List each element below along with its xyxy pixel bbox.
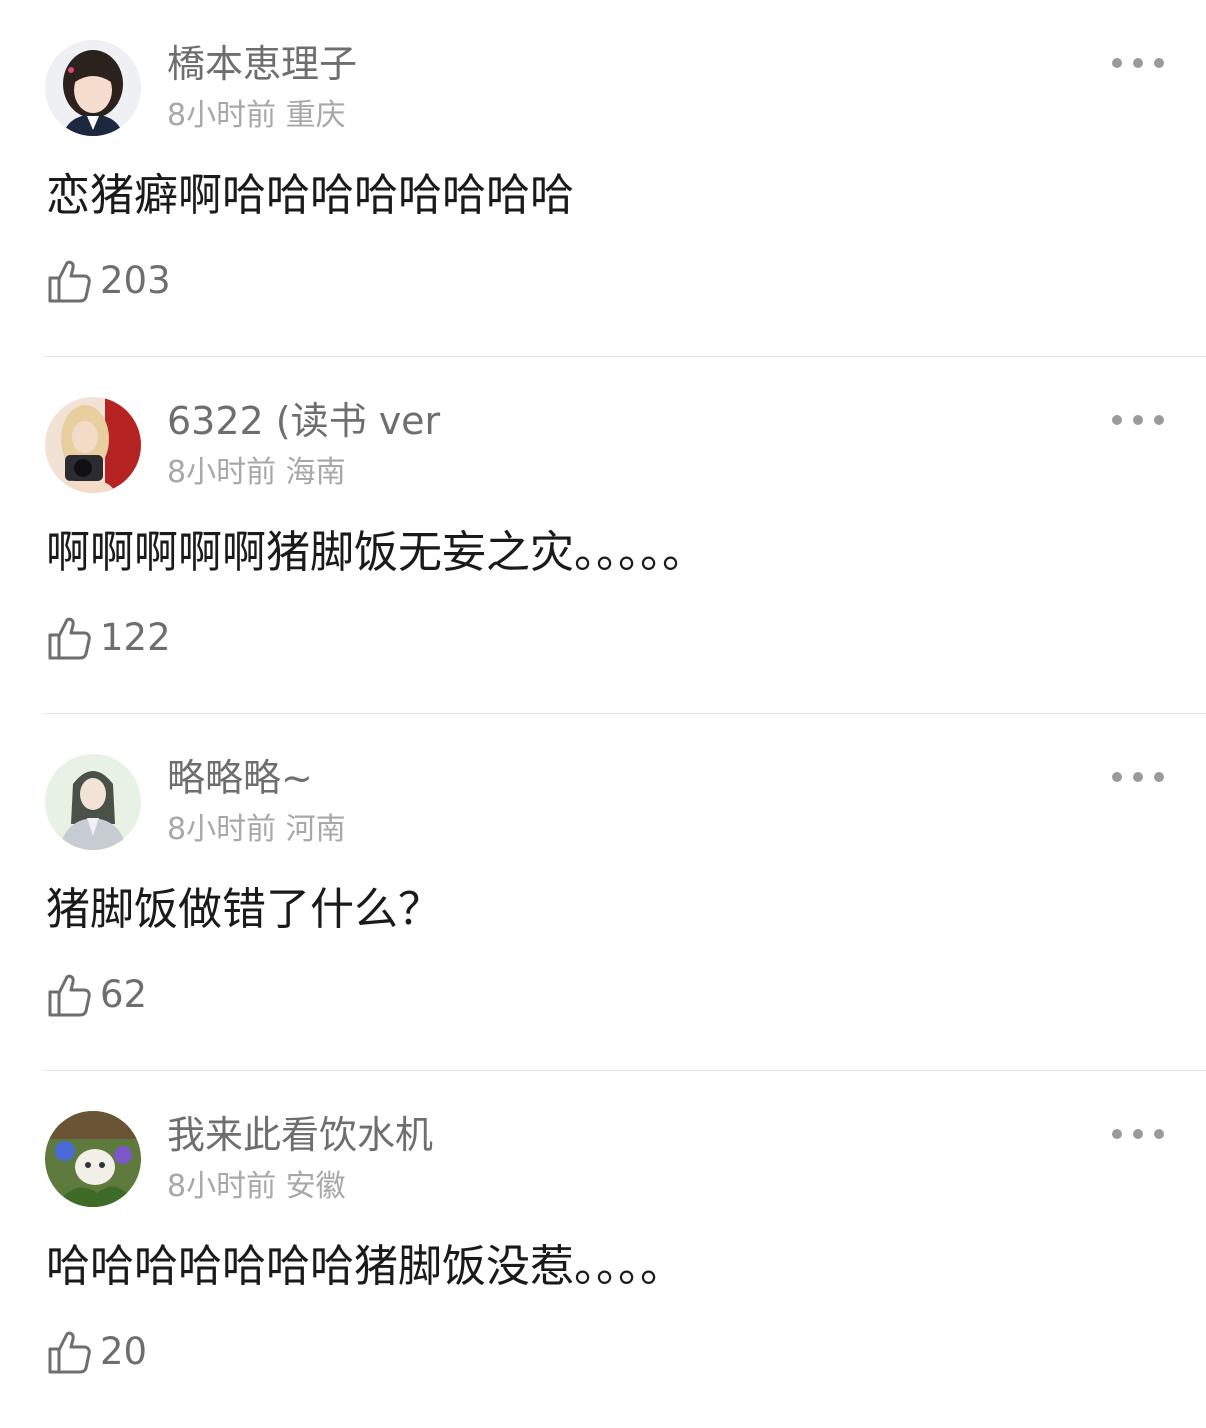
like-button[interactable]: 62 — [46, 969, 147, 1021]
username[interactable]: 我来此看饮水机 — [167, 1111, 433, 1159]
like-button[interactable]: 203 — [46, 255, 171, 307]
location: 河南 — [285, 812, 346, 847]
more-options-icon[interactable] — [1112, 762, 1164, 792]
like-count: 203 — [100, 259, 171, 302]
more-options-icon[interactable] — [1112, 1119, 1164, 1149]
comment-meta: 8小时前 海南 — [167, 453, 346, 493]
comment-text: 啊啊啊啊啊猪脚饭无妄之灾。。。。。 — [46, 527, 706, 578]
thumbs-up-icon — [46, 972, 92, 1018]
more-options-icon[interactable] — [1112, 48, 1164, 78]
comment-text: 猪脚饭做错了什么？ — [46, 884, 442, 935]
timestamp: 8小时前 — [167, 1169, 277, 1204]
comment-item: 橋本恵理子 8小时前 重庆 恋猪癖啊哈哈哈哈哈哈哈哈 203 — [0, 0, 1206, 357]
username[interactable]: 略略略~ — [167, 754, 313, 802]
like-count: 20 — [100, 1330, 148, 1373]
avatar[interactable] — [45, 754, 141, 850]
location: 海南 — [285, 455, 346, 490]
location: 重庆 — [285, 98, 346, 133]
timestamp: 8小时前 — [167, 812, 277, 847]
comment-meta: 8小时前 河南 — [167, 810, 346, 850]
comment-text: 恋猪癖啊哈哈哈哈哈哈哈哈 — [46, 170, 574, 221]
avatar[interactable] — [45, 1111, 141, 1207]
username[interactable]: 橋本恵理子 — [167, 40, 357, 88]
comment-meta: 8小时前 重庆 — [167, 96, 346, 136]
like-count: 122 — [100, 616, 171, 659]
thumbs-up-icon — [46, 1329, 92, 1375]
thumbs-up-icon — [46, 615, 92, 661]
more-options-icon[interactable] — [1112, 405, 1164, 435]
comment-item: 6322 (读书 ver 8小时前 海南 啊啊啊啊啊猪脚饭无妄之灾。。。。。 1… — [0, 357, 1206, 714]
location: 安徽 — [285, 1169, 346, 1204]
comment-item: 我来此看饮水机 8小时前 安徽 哈哈哈哈哈哈哈猪脚饭没惹。。。。 20 — [0, 1071, 1206, 1428]
timestamp: 8小时前 — [167, 455, 277, 490]
avatar[interactable] — [45, 397, 141, 493]
comment-item: 略略略~ 8小时前 河南 猪脚饭做错了什么？ 62 — [0, 714, 1206, 1071]
like-count: 62 — [100, 973, 148, 1016]
timestamp: 8小时前 — [167, 98, 277, 133]
like-button[interactable]: 20 — [46, 1326, 147, 1378]
avatar[interactable] — [45, 40, 141, 136]
comment-meta: 8小时前 安徽 — [167, 1167, 346, 1207]
thumbs-up-icon — [46, 258, 92, 304]
username[interactable]: 6322 (读书 ver — [167, 397, 440, 445]
like-button[interactable]: 122 — [46, 612, 171, 664]
comment-text: 哈哈哈哈哈哈哈猪脚饭没惹。。。。 — [46, 1241, 684, 1292]
